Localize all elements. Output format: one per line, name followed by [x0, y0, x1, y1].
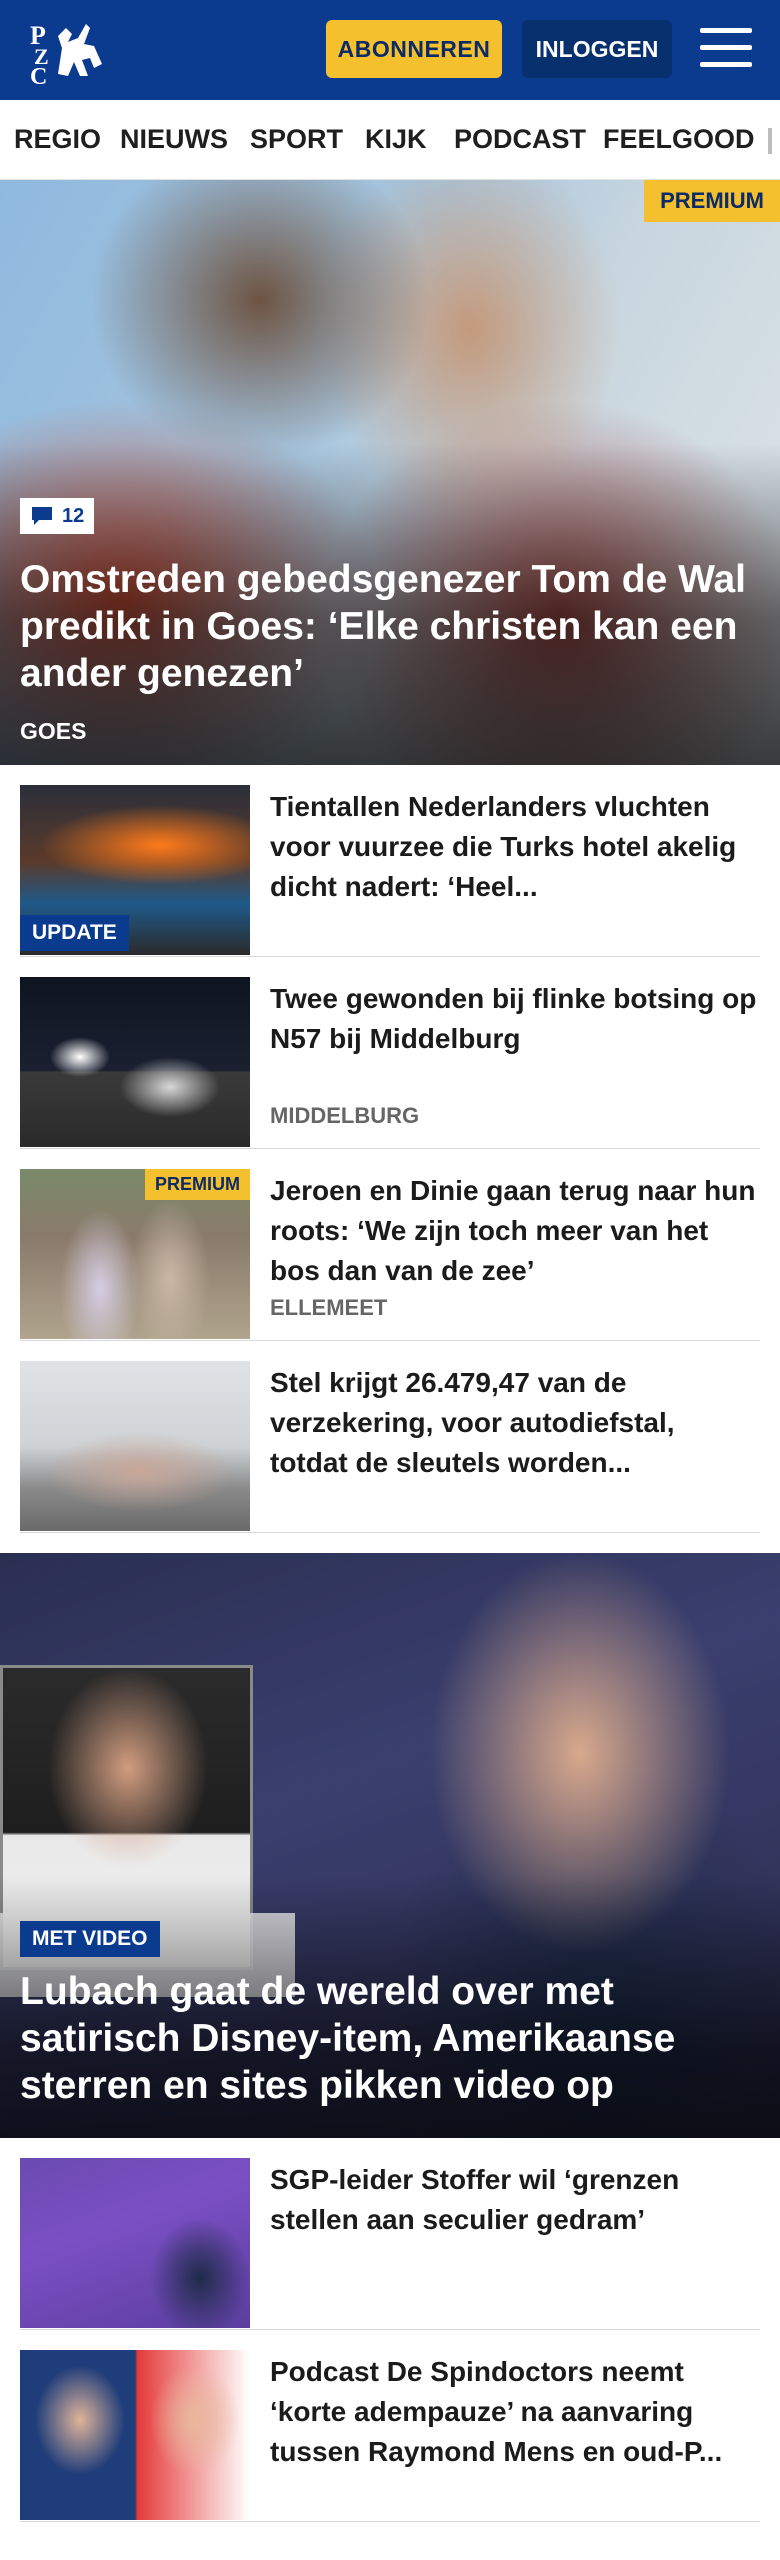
nav-item-regio[interactable]: REGIO	[14, 124, 101, 155]
article-title[interactable]: Jeroen en Dinie gaan terug naar hun root…	[270, 1171, 760, 1291]
nav-item-kijk[interactable]: KIJK	[365, 124, 427, 155]
comment-count: 12	[62, 504, 85, 527]
top-bar: P Z C ABONNEREN INLOGGEN	[0, 0, 780, 100]
article-location: MIDDELBURG	[270, 1103, 420, 1128]
article-title[interactable]: SGP-leider Stoffer wil ‘grenzen stellen …	[270, 2160, 760, 2240]
pzc-logo[interactable]: P Z C	[28, 14, 110, 86]
article-title[interactable]: Stel krijgt 26.479,47 van de verzekering…	[270, 1363, 760, 1483]
menu-line	[700, 45, 752, 50]
login-button[interactable]: INLOGGEN	[522, 20, 672, 78]
list-item[interactable]: Twee gewonden bij flinke botsing op N57 …	[20, 957, 760, 1149]
section-nav: REGIO NIEUWS SPORT KIJK PODCAST FEELGOOD	[0, 100, 780, 180]
hero-location: GOES	[20, 718, 87, 744]
premium-badge: PREMIUM	[644, 180, 780, 222]
article-title[interactable]: Podcast De Spindoctors neemt ‘korte adem…	[270, 2352, 760, 2472]
list-item[interactable]: SGP-leider Stoffer wil ‘grenzen stellen …	[20, 2138, 760, 2330]
list-item[interactable]: PREMIUM Jeroen en Dinie gaan terug naar …	[20, 1149, 760, 1341]
nav-item-podcast[interactable]: PODCAST	[454, 124, 586, 155]
list-item[interactable]: Stel krijgt 26.479,47 van de verzekering…	[20, 1341, 760, 1533]
video-feature-article[interactable]: MET VIDEO Lubach gaat de wereld over met…	[0, 1553, 780, 2138]
hero-title[interactable]: Omstreden gebedsgenezer Tom de Wal predi…	[20, 556, 765, 697]
article-thumbnail	[20, 2158, 250, 2328]
comment-count-badge[interactable]: 12	[20, 498, 95, 534]
article-thumbnail	[20, 2350, 250, 2520]
pzc-logo-icon: P Z C	[30, 21, 102, 86]
hero-article[interactable]: PREMIUM 12 Omstreden gebedsgenezer Tom d…	[0, 180, 780, 765]
nav-item-sport[interactable]: SPORT	[250, 124, 343, 155]
svg-text:C: C	[30, 64, 47, 86]
nav-item-nieuws[interactable]: NIEUWS	[120, 124, 228, 155]
comment-icon	[32, 507, 52, 525]
article-title[interactable]: Twee gewonden bij flinke botsing op N57 …	[270, 979, 760, 1059]
nav-item-feelgood[interactable]: FEELGOOD	[603, 124, 755, 155]
menu-line	[700, 62, 752, 67]
article-location: ELLEMEET	[270, 1295, 388, 1320]
list-item[interactable]: UPDATE Tientallen Nederlanders vluchten …	[20, 765, 760, 957]
subscribe-button[interactable]: ABONNEREN	[326, 20, 502, 78]
menu-line	[700, 28, 752, 33]
article-thumbnail	[20, 977, 250, 1147]
list-item[interactable]: Podcast De Spindoctors neemt ‘korte adem…	[20, 2330, 760, 2522]
update-badge: UPDATE	[20, 915, 129, 951]
feature-title[interactable]: Lubach gaat de wereld over met satirisch…	[20, 1968, 765, 2109]
video-badge: MET VIDEO	[20, 1921, 160, 1957]
hamburger-menu-icon[interactable]	[700, 26, 752, 70]
premium-badge: PREMIUM	[145, 1169, 250, 1200]
article-thumbnail	[20, 1361, 250, 1531]
article-title[interactable]: Tientallen Nederlanders vluchten voor vu…	[270, 787, 760, 907]
nav-overflow-indicator	[768, 128, 772, 154]
